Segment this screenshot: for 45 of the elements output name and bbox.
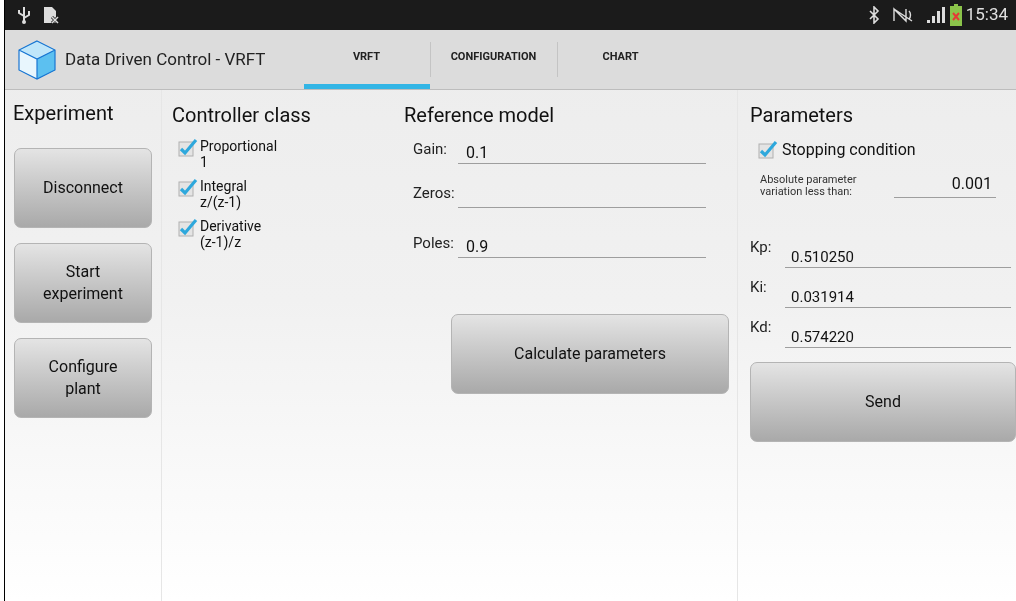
cube-logo-icon	[17, 38, 57, 81]
experiment-button[interactable]: Configure plant	[14, 338, 152, 418]
threshold-label: Absolute parameter variation less than:	[760, 174, 858, 198]
option-formula: 1	[200, 154, 209, 170]
input-field[interactable]: 0.9	[458, 232, 706, 258]
experiment-button[interactable]: Start experiment	[14, 243, 152, 323]
field-label: Kd:	[750, 317, 773, 338]
field-label: Kp:	[750, 237, 773, 258]
field-label: Poles:	[412, 233, 455, 254]
experiment-button[interactable]: Disconnect	[14, 148, 152, 228]
input-field[interactable]: 0.510250	[785, 236, 1011, 268]
option-formula: (z-1)/z	[200, 234, 243, 250]
section-heading: Reference model	[404, 102, 556, 129]
section-heading: Parameters	[750, 102, 855, 129]
checked-checkbox[interactable]	[178, 218, 198, 238]
input-field[interactable]: 0.031914	[785, 276, 1011, 308]
calculate-button[interactable]: Calculate parameters	[451, 314, 729, 394]
checked-checkbox[interactable]	[178, 138, 198, 158]
field-label: Zeros:	[412, 183, 456, 204]
field-label: Gain:	[412, 139, 448, 160]
usb-icon	[17, 6, 31, 24]
checked-checkbox[interactable]	[758, 140, 778, 160]
section-heading: Controller class	[172, 102, 312, 129]
input-field[interactable]: 0.1	[458, 138, 706, 164]
input-field[interactable]: 0.001	[894, 170, 996, 198]
sim-card-icon	[43, 6, 59, 24]
send-button[interactable]: Send	[750, 362, 1016, 442]
checkbox-label: Stopping condition	[782, 139, 916, 161]
option-formula: z/(z-1)	[200, 194, 243, 210]
app-title: Data Driven Control - VRFT	[65, 47, 266, 71]
input-field[interactable]: 0.574220	[785, 316, 1011, 348]
tab[interactable]: CONFIGURATION	[430, 30, 557, 89]
clock: 15:34	[965, 3, 1008, 27]
battery-icon	[949, 4, 962, 26]
bluetooth-icon	[867, 6, 880, 24]
option-label: Proportional	[200, 138, 278, 154]
option-label: Integral	[200, 178, 247, 194]
option-label: Derivative	[200, 218, 262, 234]
no-signal-icon	[891, 7, 914, 23]
tab[interactable]: CHART	[557, 30, 684, 89]
checked-checkbox[interactable]	[178, 178, 198, 198]
field-label: Ki:	[750, 277, 768, 298]
signal-icon	[925, 6, 946, 24]
section-heading: Experiment	[13, 100, 115, 127]
tab[interactable]: VRFT	[303, 30, 430, 89]
